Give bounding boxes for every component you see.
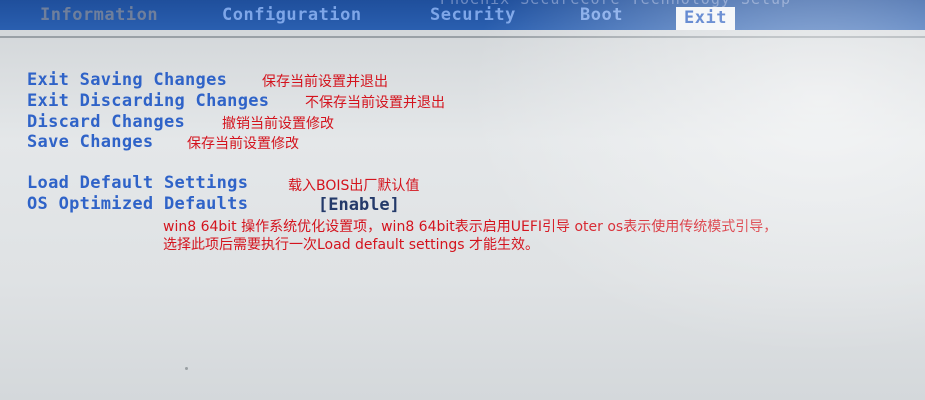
discard-changes-option[interactable]: Discard Changes: [27, 112, 185, 132]
exit-saving-changes-option[interactable]: Exit Saving Changes: [27, 70, 227, 90]
exit-discarding-changes-note: 不保存当前设置并退出: [305, 95, 445, 111]
load-default-settings-option[interactable]: Load Default Settings: [27, 173, 248, 193]
tab-exit[interactable]: Exit: [676, 7, 735, 30]
tab-configuration[interactable]: Configuration: [222, 5, 362, 25]
description-line-1: win8 64bit 操作系统优化设置项，win8 64bit表示启用UEFI引…: [163, 219, 778, 235]
load-default-settings-note: 载入BOIS出厂默认值: [288, 178, 420, 194]
discard-changes-note: 撤销当前设置修改: [222, 116, 334, 132]
save-changes-option[interactable]: Save Changes: [27, 132, 153, 152]
screen-speck: [185, 367, 188, 370]
os-optimized-defaults-value[interactable]: [Enable]: [318, 195, 400, 215]
description-line-2: 选择此项后需要执行一次Load default settings 才能生效。: [163, 237, 540, 253]
tab-information[interactable]: Information: [40, 5, 158, 25]
os-optimized-defaults-option[interactable]: OS Optimized Defaults: [27, 194, 248, 214]
exit-discarding-changes-option[interactable]: Exit Discarding Changes: [27, 91, 269, 111]
tab-boot[interactable]: Boot: [580, 5, 623, 25]
screen-glare: [405, 0, 925, 400]
exit-saving-changes-note: 保存当前设置并退出: [262, 74, 388, 90]
tab-security[interactable]: Security: [430, 5, 516, 25]
save-changes-note: 保存当前设置修改: [187, 136, 299, 152]
menu-divider: [0, 36, 925, 38]
bios-screen: Phoenix SecureCore Technology Setup Info…: [0, 0, 925, 400]
menu-bar: Phoenix SecureCore Technology Setup Info…: [0, 0, 925, 30]
